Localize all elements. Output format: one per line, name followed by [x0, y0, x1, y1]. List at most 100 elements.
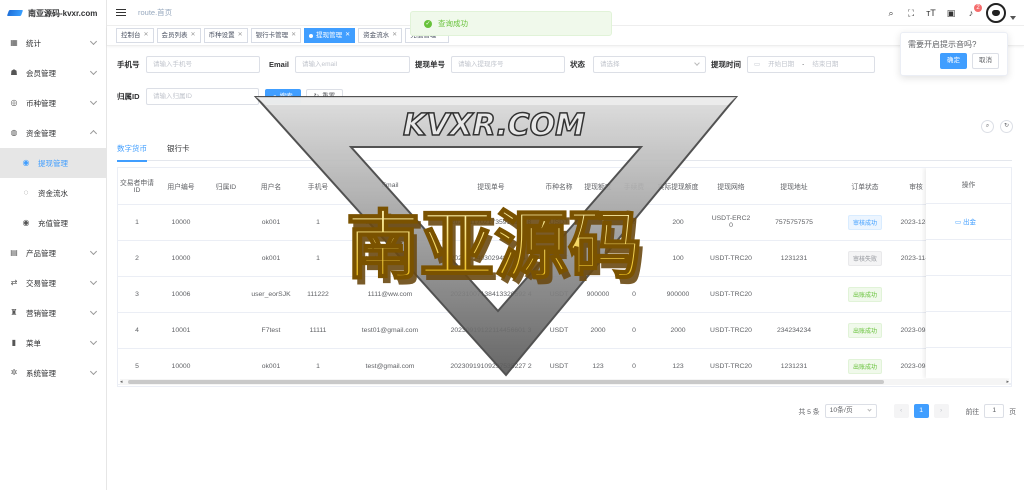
table-row: 4 10001 F7test 11111 test01@gmail.com 2023091…: [118, 312, 1011, 349]
sidebar-item-label: 资金管理: [26, 128, 56, 138]
cell-id: 3: [118, 276, 156, 313]
search-toggle-icon[interactable]: ⌕: [981, 120, 994, 133]
column-header: 实际提现额度: [648, 168, 708, 205]
sidebar-item-marketing[interactable]: ♜ 营销管理: [0, 298, 106, 328]
sidebar-item-menu[interactable]: ▮ 菜单: [0, 328, 106, 358]
search-icon[interactable]: ⌕: [886, 8, 896, 18]
status-select[interactable]: 请选择: [593, 56, 706, 73]
phone-input[interactable]: 请输入手机号: [146, 56, 260, 73]
payout-link[interactable]: ▭ 出金: [955, 219, 976, 226]
scrollbar-thumb[interactable]: [128, 380, 884, 384]
sidebar-item-system[interactable]: ✲ 系统管理: [0, 358, 106, 388]
tag-fund-flow[interactable]: 资金流水 ✕: [358, 28, 403, 43]
sidebar-item-coins[interactable]: ◎ 币种管理: [0, 88, 106, 118]
notification-badge: 2: [974, 4, 982, 12]
cell-fee: 0: [620, 204, 648, 241]
sidebar-item-trades[interactable]: ⇄ 交易管理: [0, 268, 106, 298]
status-badge: 出账成功: [847, 358, 882, 374]
funds-submenu: ◉ 提现管理 ◌ 资金流水 ◉ 充值管理: [0, 148, 106, 238]
cell-network: USDT-ERC20: [708, 204, 754, 241]
sidebar-item-label: 菜单: [26, 338, 41, 348]
caret-down-icon[interactable]: [1010, 16, 1016, 20]
tag-withdraw[interactable]: 提现管理 ✕: [304, 28, 356, 43]
cell-uid: 10001: [156, 312, 206, 349]
cell-email: test01@gmail.com: [340, 312, 440, 349]
cell-order: 20231117021735913164 8: [440, 204, 542, 241]
sidebar-item-recharge[interactable]: ◉ 充值管理: [0, 208, 106, 238]
table-row: 2 10000 ok001 1 test@gmail.com 20231104030294…: [118, 240, 1011, 277]
page-size-select[interactable]: 10条/页: [824, 404, 877, 418]
confirm-button[interactable]: 确定: [940, 53, 967, 69]
cell-actual: 200: [648, 204, 708, 241]
toast-message: 查询成功: [438, 19, 468, 28]
cancel-button[interactable]: 取消: [972, 53, 999, 69]
font-size-icon[interactable]: тT: [926, 8, 936, 18]
tab-bank-card[interactable]: 银行卡: [167, 143, 190, 161]
cell-phone: 1: [296, 204, 340, 241]
cell-order: 20231104030294827494 4: [440, 240, 542, 277]
email-input[interactable]: 请输入email: [295, 56, 410, 73]
close-icon: ✕: [291, 32, 297, 38]
chevron-down-icon: [89, 97, 98, 106]
page-button[interactable]: 1: [913, 404, 929, 418]
cell-actual: 2000: [648, 312, 708, 349]
menu-icon: ▮: [11, 338, 17, 347]
scroll-left-icon: ◂: [120, 379, 123, 385]
column-header: 交易者申请ID: [118, 168, 156, 205]
filter-row-1: 手机号 请输入手机号 Email 请输入email 提现单号 请输入提现序号 状…: [117, 56, 875, 73]
cell-belong: [206, 204, 246, 241]
close-icon: ✕: [143, 32, 149, 38]
goto-page-input[interactable]: 1: [984, 404, 1005, 418]
refresh-icon[interactable]: ↻: [1000, 120, 1013, 133]
table-row: 3 10006 user_eorSJK 111222 1111@ww.com 202310…: [118, 276, 1011, 313]
avatar[interactable]: [986, 3, 1006, 23]
fullscreen-icon[interactable]: ⛶: [906, 8, 916, 18]
date-range-picker[interactable]: ▭ 开始日期 - 结束日期: [747, 56, 875, 73]
cell-amount: 2000: [576, 312, 620, 349]
sidebar-item-label: 统计: [26, 38, 41, 48]
belong-id-input[interactable]: 请输入归属ID: [146, 88, 259, 105]
cell-belong: [206, 276, 246, 313]
column-header: 币种名称: [542, 168, 576, 205]
cell-email: 1111@ww.com: [340, 276, 440, 313]
cell-uid: 10006: [156, 276, 206, 313]
logo[interactable]: 南亚源码-kvxr.com: [0, 0, 106, 26]
horizontal-scrollbar[interactable]: ◂ ▸: [120, 379, 1009, 385]
cell-fee: 0: [620, 276, 648, 313]
prev-page-button[interactable]: ‹: [893, 404, 909, 418]
filter-row-2: 归属ID 请输入归属ID ⌕ 搜索 ↻ 重置: [117, 88, 344, 105]
sidebar-item-members[interactable]: ☗ 会员管理: [0, 58, 106, 88]
cell-id: 1: [118, 204, 156, 241]
search-button[interactable]: ⌕ 搜索: [265, 89, 301, 104]
breadcrumb[interactable]: route.首页: [138, 7, 172, 18]
withdraw-table: 交易者申请ID 用户编号 归属ID 用户名 手机号 Email 提现单号 币种名…: [117, 167, 1012, 387]
bell-icon[interactable]: ♪ 2: [966, 4, 982, 18]
cell-phone: 11111: [296, 312, 340, 349]
tag-bank-card[interactable]: 银行卡管理 ✕: [250, 28, 302, 43]
reset-button[interactable]: ↻ 重置: [305, 89, 344, 104]
cell-name: user_eorSJK: [246, 276, 296, 313]
fixed-operation-column: 操作 ▭ 出金: [926, 168, 1011, 384]
pagination: 共 5 条 10条/页 ‹ 1 › 前往 1 页: [798, 404, 1016, 418]
tag-coin-settings[interactable]: 币种设置 ✕: [203, 28, 248, 43]
sidebar-item-funds[interactable]: ◍ 资金管理: [0, 118, 106, 148]
sidebar-item-stats[interactable]: ▦ 统计: [0, 28, 106, 58]
sidebar-item-withdraw[interactable]: ◉ 提现管理: [0, 148, 106, 178]
next-page-button[interactable]: ›: [933, 404, 949, 418]
logo-icon: [8, 9, 22, 18]
sidebar-item-fund-flow[interactable]: ◌ 资金流水: [0, 178, 106, 208]
tab-digital-currency[interactable]: 数字货币: [117, 143, 147, 162]
hamburger-icon[interactable]: [116, 8, 126, 17]
translate-icon[interactable]: ▣: [946, 8, 956, 18]
sidebar-item-products[interactable]: ▤ 产品管理: [0, 238, 106, 268]
status-badge: 审核成功: [847, 214, 882, 230]
close-icon: ✕: [237, 32, 243, 38]
sidebar-item-label: 产品管理: [26, 248, 56, 258]
cell-actual: 900000: [648, 276, 708, 313]
column-header: 提现额度: [576, 168, 620, 205]
tag-member-list[interactable]: 会员列表 ✕: [156, 28, 201, 43]
cell-belong: [206, 240, 246, 277]
order-no-input[interactable]: 请输入提现序号: [451, 56, 565, 73]
cell-phone: 111222: [296, 276, 340, 313]
tag-console[interactable]: 控制台 ✕: [116, 28, 154, 43]
